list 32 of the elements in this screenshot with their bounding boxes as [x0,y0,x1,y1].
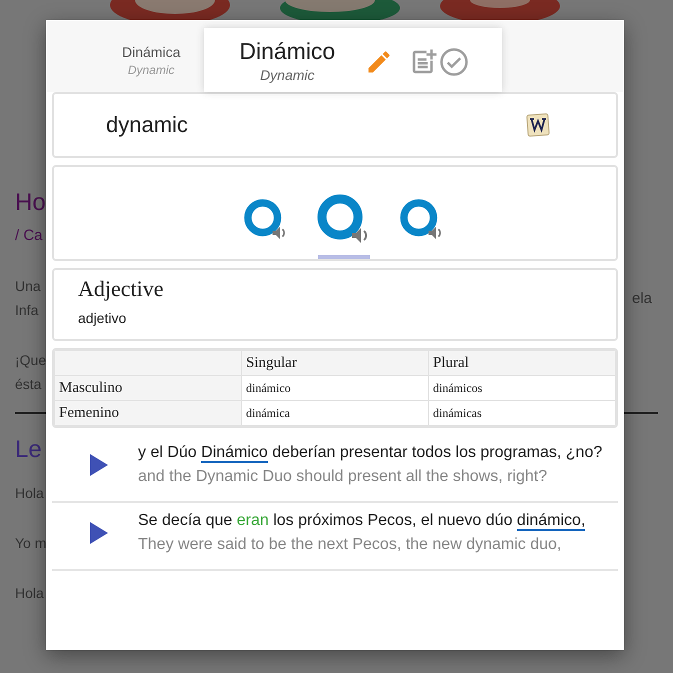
check-circle-icon[interactable] [439,47,470,77]
paragraph-text: Una [15,277,41,296]
audio-play-button[interactable] [316,193,372,259]
row-header: Femenino [54,400,242,426]
page-heading: Ho [15,188,46,218]
example-sentence: y el Dúo Dinámico deberían presentar todos los programas, ¿no? [138,443,604,465]
english-word: dynamic [106,112,188,138]
table-cell: dinámico [242,376,428,400]
paragraph-text: ela [632,290,652,307]
row-header: Masculino [54,376,242,400]
word-tab[interactable]: Dinámica Dynamic [102,28,200,92]
table-cell: dinámica [242,400,428,426]
table-cell: dinámicos [428,376,616,400]
play-icon[interactable] [90,522,108,544]
column-header: Plural [428,350,616,376]
paragraph-text: Yo m [15,534,46,553]
play-icon[interactable] [90,454,108,476]
example-sentence: Se decía que eran los próximos Pecos, el nuevo dúo dinámico, [138,511,586,533]
word-tab[interactable]: Dinámico Dynamic [204,28,502,92]
paragraph-text: Hola [15,584,44,603]
paragraph-text: Hola [15,484,44,503]
part-of-speech-translation: adjetivo [78,310,128,326]
part-of-speech: Adjective [78,276,165,302]
paragraph-text: ¡Que [15,351,46,370]
column-header: Singular [242,350,428,376]
section-heading: Le [15,435,42,465]
paragraph-text: ésta [15,375,42,394]
example-translation: and the Dynamic Duo should present all the shows, right? [138,467,548,487]
table-cell: dinámicas [428,400,616,426]
wiktionary-icon[interactable] [526,113,550,137]
paragraph-text: Infa [15,301,38,320]
example-translation: They were said to be the next Pecos, the new dynamic duo, [138,535,562,555]
